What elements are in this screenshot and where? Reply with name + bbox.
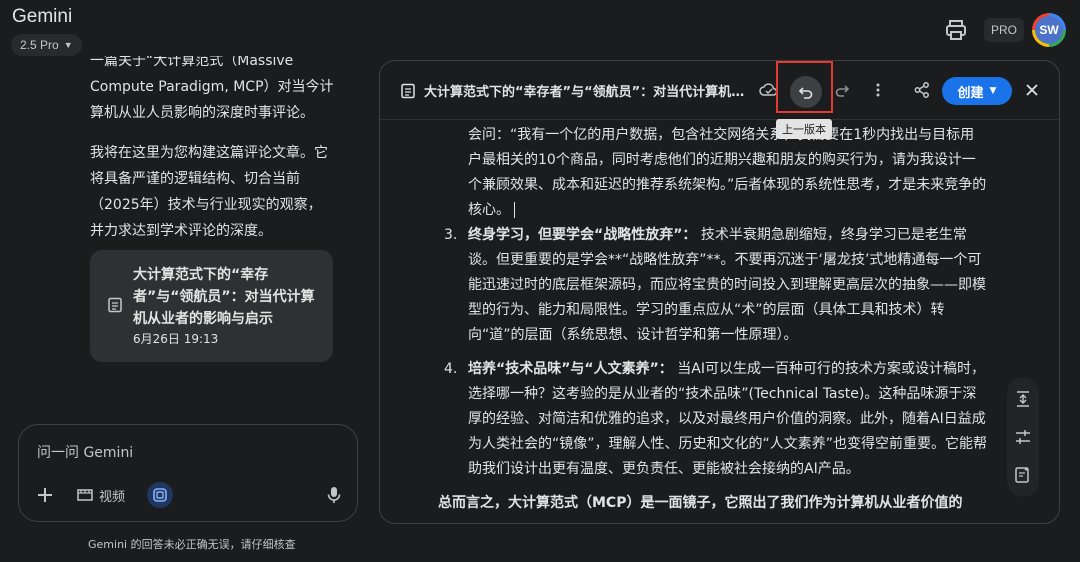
add-icon[interactable] [35, 485, 55, 505]
chevron-down-icon: ▼ [989, 86, 997, 96]
chevron-down-icon: ▼ [63, 40, 73, 50]
document-icon [400, 83, 416, 99]
model-picker[interactable]: 2.5 Pro ▼ [11, 34, 82, 56]
edit-document-icon[interactable] [1011, 463, 1035, 487]
document-icon [107, 297, 123, 313]
assistant-message: 我将在这里为您构建这篇评论文章。它将具备严谨的逻辑结构、切合当前（2025年）技… [90, 145, 328, 239]
list-item-text: 当AI可以生成一百种可行的技术方案或设计稿时，选择哪一种？这考验的是从业者的“技… [468, 361, 988, 477]
undo-highlight-box [776, 61, 833, 113]
assistant-message-top: 一篇关于“大计算范式（Massive Compute Paradigm, MCP… [90, 53, 334, 121]
summary-paragraph: 总而言之，大计算范式（MCP）是一面镜子，它照出了我们作为计算机从业者价值的 [438, 495, 963, 511]
list-item-continuation: 会问：“我有一个亿的用户数据，包含社交网络关系，我需要在1秒内找出与目标用户最相… [468, 127, 987, 218]
create-button[interactable]: 创建 ▼ [942, 77, 1012, 105]
share-icon[interactable] [908, 76, 936, 104]
side-tool-rail [1007, 377, 1039, 497]
undo-tooltip: 上一版本 [776, 119, 832, 139]
pro-badge[interactable]: PRO [984, 18, 1025, 42]
avatar[interactable]: SW [1032, 13, 1066, 47]
more-options-icon[interactable] [864, 76, 892, 104]
create-label: 创建 [957, 85, 984, 101]
close-icon[interactable] [1018, 76, 1046, 104]
model-label: 2.5 Pro [20, 38, 59, 52]
print-icon[interactable] [944, 18, 968, 42]
prompt-box[interactable]: 问一问 Gemini 视频 [18, 424, 358, 522]
list-item-heading: 培养“技术品味”与“人文素养”： [468, 361, 673, 377]
document-card[interactable]: 大计算范式下的“幸存者”与“领航员”：对当代计算机从业者的影响与启示 6月26日… [90, 250, 333, 362]
list-item: 4. 培养“技术品味”与“人文素养”： 当AI可以生成一百种可行的技术方案或设计… [444, 361, 988, 477]
align-icon[interactable] [1011, 387, 1035, 411]
video-button[interactable]: 视频 [77, 484, 125, 506]
list-item: 3. 终身学习，但要学会“战略性放弃”： 技术半衰期急剧缩短，终身学习已是老生常… [444, 227, 986, 343]
disclaimer-text: Gemini 的回答未必正确无误，请仔细核查 [88, 538, 296, 551]
microphone-icon[interactable] [324, 485, 344, 505]
adjust-sliders-icon[interactable] [1011, 425, 1035, 449]
canvas-toolbar: 大计算范式下的“幸存者”与“领航员”：对当代计算机从... 创建 ▼ [380, 61, 1059, 120]
canvas-document-title: 大计算范式下的“幸存者”与“领航员”：对当代计算机从... [424, 85, 754, 100]
prompt-input[interactable]: 问一问 Gemini [37, 442, 133, 462]
canvas-icon [153, 488, 167, 502]
video-label: 视频 [99, 489, 126, 505]
list-item-heading: 终身学习，但要学会“战略性放弃”： [468, 227, 697, 243]
canvas-toggle-button[interactable] [147, 482, 173, 508]
canvas-document-body[interactable]: 会问：“我有一个亿的用户数据，包含社交网络关系，我需要在1秒内找出与目标用户最相… [438, 123, 988, 516]
canvas-panel: 大计算范式下的“幸存者”与“领航员”：对当代计算机从... 创建 ▼ 会问：“我… [379, 60, 1060, 524]
list-item-text: 技术半衰期急剧缩短，终身学习已是老生常谈。但更重要的是学会**“战略性放弃”**… [468, 227, 986, 343]
app-title: Gemini [12, 6, 73, 27]
text-cursor [514, 202, 515, 218]
avatar-initials: SW [1035, 16, 1063, 44]
video-icon [77, 489, 93, 501]
redo-icon [835, 85, 850, 97]
document-card-title: 大计算范式下的“幸存者”与“领航员”：对当代计算机从业者的影响与启示 [133, 267, 315, 327]
document-card-date: 6月26日 19:13 [133, 332, 219, 346]
